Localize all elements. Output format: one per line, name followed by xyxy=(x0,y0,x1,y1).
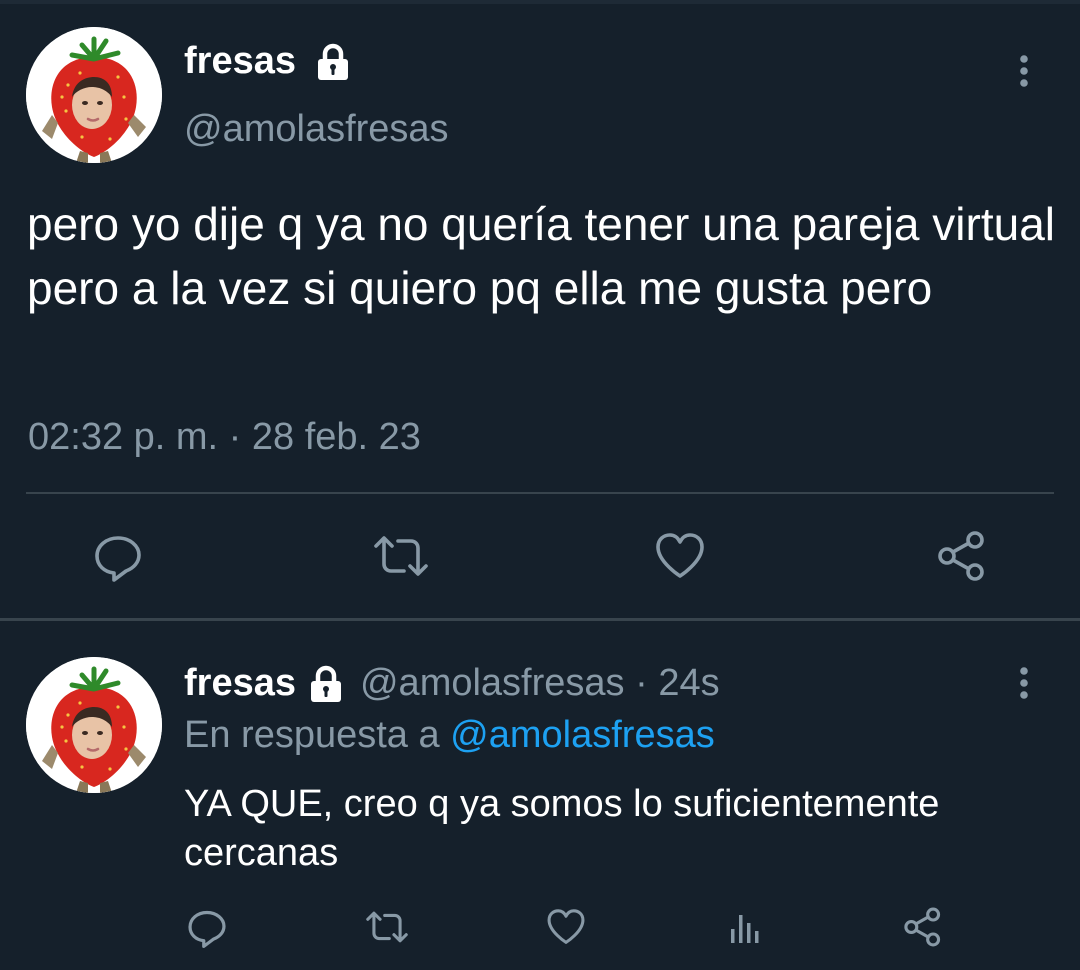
more-options-icon[interactable] xyxy=(1014,54,1034,95)
like-icon[interactable] xyxy=(543,904,589,950)
divider xyxy=(0,618,1080,621)
retweet-icon[interactable] xyxy=(362,904,412,950)
lock-icon xyxy=(313,42,353,87)
author-handle[interactable]: @amolasfresas xyxy=(360,662,625,705)
reply-icon[interactable] xyxy=(184,904,230,950)
tweet-thread: fresas @amolasfresas pero yo dije q ya n… xyxy=(0,0,1080,970)
replying-to: En respuesta a @amolasfresas xyxy=(184,714,715,757)
tweet-timestamp: 02:32 p. m. · 28 feb. 23 xyxy=(28,416,421,458)
share-icon[interactable] xyxy=(900,904,946,950)
lock-icon xyxy=(306,664,346,704)
like-icon[interactable] xyxy=(652,528,708,584)
avatar[interactable] xyxy=(26,657,162,793)
time-separator: · xyxy=(624,662,659,704)
author-handle[interactable]: @amolasfresas xyxy=(184,108,449,151)
reply-icon[interactable] xyxy=(90,528,146,584)
top-divider xyxy=(0,0,1080,4)
relative-time[interactable]: 24s xyxy=(658,662,719,705)
more-options-icon[interactable] xyxy=(1014,666,1034,707)
reply-text: YA QUE, creo q ya somos lo suficientemen… xyxy=(184,783,940,874)
author-name[interactable]: fresas xyxy=(184,40,296,83)
retweet-icon[interactable] xyxy=(370,528,432,584)
avatar[interactable] xyxy=(26,27,162,163)
author-name[interactable]: fresas xyxy=(184,662,296,705)
reply-header: fresas @amolasfresas · 24s xyxy=(184,662,720,705)
mention-link[interactable]: @amolasfresas xyxy=(450,714,715,756)
divider xyxy=(26,492,1054,494)
replying-prefix: En respuesta a xyxy=(184,714,451,756)
stats-icon[interactable] xyxy=(722,904,768,950)
tweet-text: pero yo dije q ya no quería tener una pa… xyxy=(27,198,1055,314)
share-icon[interactable] xyxy=(934,528,990,584)
